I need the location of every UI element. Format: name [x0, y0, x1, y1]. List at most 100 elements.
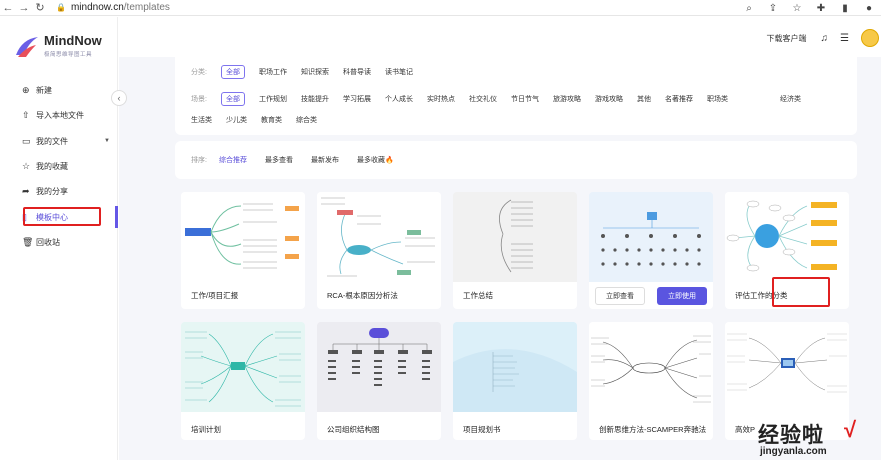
scene-tag[interactable]: 少儿类	[226, 115, 247, 125]
template-card[interactable]: 立即查看 立即使用	[589, 192, 713, 309]
scene-tag[interactable]: 旅游攻略	[553, 94, 581, 106]
scene-tag[interactable]: 职场类	[707, 94, 728, 106]
template-thumbnail	[589, 322, 713, 412]
template-card[interactable]: RCA-根本原因分析法	[317, 192, 441, 309]
headset-icon[interactable]: ♫	[821, 33, 829, 44]
sidebar-item-label: 回收站	[36, 237, 60, 247]
category-tag[interactable]: 知识探索	[301, 67, 329, 79]
card-title: RCA-根本原因分析法	[327, 291, 398, 300]
logo-mark-icon	[16, 37, 38, 57]
card-title: 项目规划书	[463, 425, 501, 434]
template-card[interactable]: 公司组织结构图	[317, 322, 441, 440]
forward-icon[interactable]: →	[16, 0, 32, 16]
card-title: 创新思维方法-SCAMPER奔驰法	[599, 425, 707, 434]
logo-subtitle: 极简思维导图工具	[44, 52, 93, 58]
url-host: mindnow.cn	[70, 2, 124, 13]
trash-icon: 🗑	[22, 236, 34, 247]
caret-down-icon[interactable]: ▼	[104, 138, 110, 144]
scene-tag[interactable]: 生活类	[191, 115, 212, 125]
main-content: 下载客户端 ♫ ☰ 分类: 全部 职场工作 知识探索 科普导读 读书笔记 场景:…	[119, 17, 881, 460]
scene-tag[interactable]: 其他	[637, 94, 651, 106]
checkmark-icon: √	[844, 417, 857, 442]
category-tag[interactable]: 职场工作	[259, 67, 287, 79]
top-header: 下载客户端 ♫ ☰	[119, 17, 881, 57]
scene-tag[interactable]: 综合类	[296, 115, 317, 125]
sort-option[interactable]: 综合推荐	[219, 155, 247, 165]
template-card[interactable]: 培训计划	[181, 322, 305, 440]
sidebar-item-trash[interactable]: 🗑 回收站	[22, 233, 114, 251]
zoom-icon[interactable]: ⌕	[737, 3, 761, 14]
download-client-link[interactable]: 下载客户端	[767, 33, 807, 44]
card-title: 高效P	[735, 425, 756, 434]
scene-tag[interactable]: 技能提升	[301, 94, 329, 106]
scene-tag[interactable]: 教育类	[261, 115, 282, 125]
browser-toolbar: ← → ↻ 🔒 mindnow.cn/templates ⌕ ⇪ ☆ ✚ ▮ ●	[0, 0, 881, 16]
highlight-box	[772, 277, 830, 307]
logo-name: MindNow	[44, 33, 102, 48]
category-tag[interactable]: 读书笔记	[385, 67, 413, 79]
share-page-icon[interactable]: ⇪	[761, 3, 785, 14]
folder-icon: ▭	[22, 135, 31, 146]
scene-tag[interactable]: 经济类	[780, 94, 801, 106]
back-icon[interactable]: ←	[0, 0, 16, 16]
plus-circle-icon: ⊕	[22, 84, 30, 95]
scene-tag[interactable]: 游戏攻略	[595, 94, 623, 106]
chevron-left-icon[interactable]: ‹	[111, 90, 127, 106]
card-title: 公司组织结构图	[327, 425, 380, 434]
template-thumbnail	[181, 192, 305, 282]
extensions-icon[interactable]: ✚	[809, 3, 833, 14]
menu-icon[interactable]: ☰	[840, 33, 849, 44]
sidebar-item-my-files[interactable]: ▭ 我的文件 ▼	[22, 132, 114, 150]
sort-panel: 排序: 综合推荐 最多查看 最新发布 最多收藏🔥	[175, 141, 857, 179]
scene-tag[interactable]: 实时热点	[427, 94, 455, 106]
template-card[interactable]: 创新思维方法-SCAMPER奔驰法	[589, 322, 713, 440]
highlight-box	[23, 207, 101, 226]
lock-icon: 🔒	[56, 3, 66, 12]
sidebar-item-shares[interactable]: ➦ 我的分享	[22, 182, 114, 200]
sidepanel-icon[interactable]: ▮	[833, 3, 857, 14]
sidebar-item-label: 我的分享	[36, 186, 68, 196]
share-icon: ➦	[22, 185, 30, 196]
scene-filter: 场景: 全部 工作规划 技能提升 学习拓展 个人成长 实时热点 社交礼仪 节日节…	[191, 92, 841, 134]
template-thumbnail	[725, 322, 849, 412]
template-thumbnail	[589, 192, 713, 282]
sidebar-item-import[interactable]: ⇧ 导入本地文件	[22, 106, 114, 124]
watermark-text: 经验啦	[758, 424, 824, 447]
template-card[interactable]: 工作/项目汇报	[181, 192, 305, 309]
avatar[interactable]	[861, 29, 879, 47]
sort-option[interactable]: 最多收藏🔥	[357, 155, 394, 165]
scene-tag[interactable]: 社交礼仪	[469, 94, 497, 106]
card-title: 培训计划	[191, 425, 221, 434]
template-thumbnail	[725, 192, 849, 282]
scene-tag[interactable]: 个人成长	[385, 94, 413, 106]
sidebar-item-label: 导入本地文件	[36, 110, 84, 120]
scene-tag[interactable]: 学习拓展	[343, 94, 371, 106]
use-now-button[interactable]: 立即使用	[657, 287, 707, 305]
star-icon: ☆	[22, 160, 31, 171]
category-tag[interactable]: 全部	[220, 65, 245, 79]
category-label: 分类:	[191, 69, 207, 76]
template-thumbnail	[453, 322, 577, 412]
address-bar[interactable]: 🔒 mindnow.cn/templates	[56, 2, 170, 13]
template-card[interactable]: 项目规划书	[453, 322, 577, 440]
scene-tag[interactable]: 节日节气	[511, 94, 539, 106]
sort-option[interactable]: 最多查看	[265, 155, 293, 165]
sidebar-item-favorites[interactable]: ☆ 我的收藏	[22, 157, 114, 175]
template-thumbnail	[453, 192, 577, 282]
card-title: 工作/项目汇报	[191, 291, 239, 300]
logo[interactable]: MindNow 极简思维导图工具	[14, 29, 114, 69]
reload-icon[interactable]: ↻	[32, 0, 48, 16]
sort-option[interactable]: 最新发布	[311, 155, 339, 165]
view-now-button[interactable]: 立即查看	[595, 287, 645, 305]
profile-icon[interactable]: ●	[857, 3, 881, 14]
template-card[interactable]: 工作总结	[453, 192, 577, 309]
category-tag[interactable]: 科普导读	[343, 67, 371, 79]
scene-tag[interactable]: 名著推荐	[665, 94, 693, 106]
bookmark-star-icon[interactable]: ☆	[785, 3, 809, 14]
scene-tag[interactable]: 工作规划	[259, 94, 287, 106]
card-actions: 立即查看 立即使用	[589, 282, 713, 309]
sidebar-item-new[interactable]: ⊕ 新建	[22, 81, 114, 99]
watermark-url: jingyanla.com	[760, 446, 827, 457]
category-filter: 分类: 全部 职场工作 知识探索 科普导读 读书笔记	[191, 65, 841, 88]
scene-tag[interactable]: 全部	[220, 92, 245, 106]
